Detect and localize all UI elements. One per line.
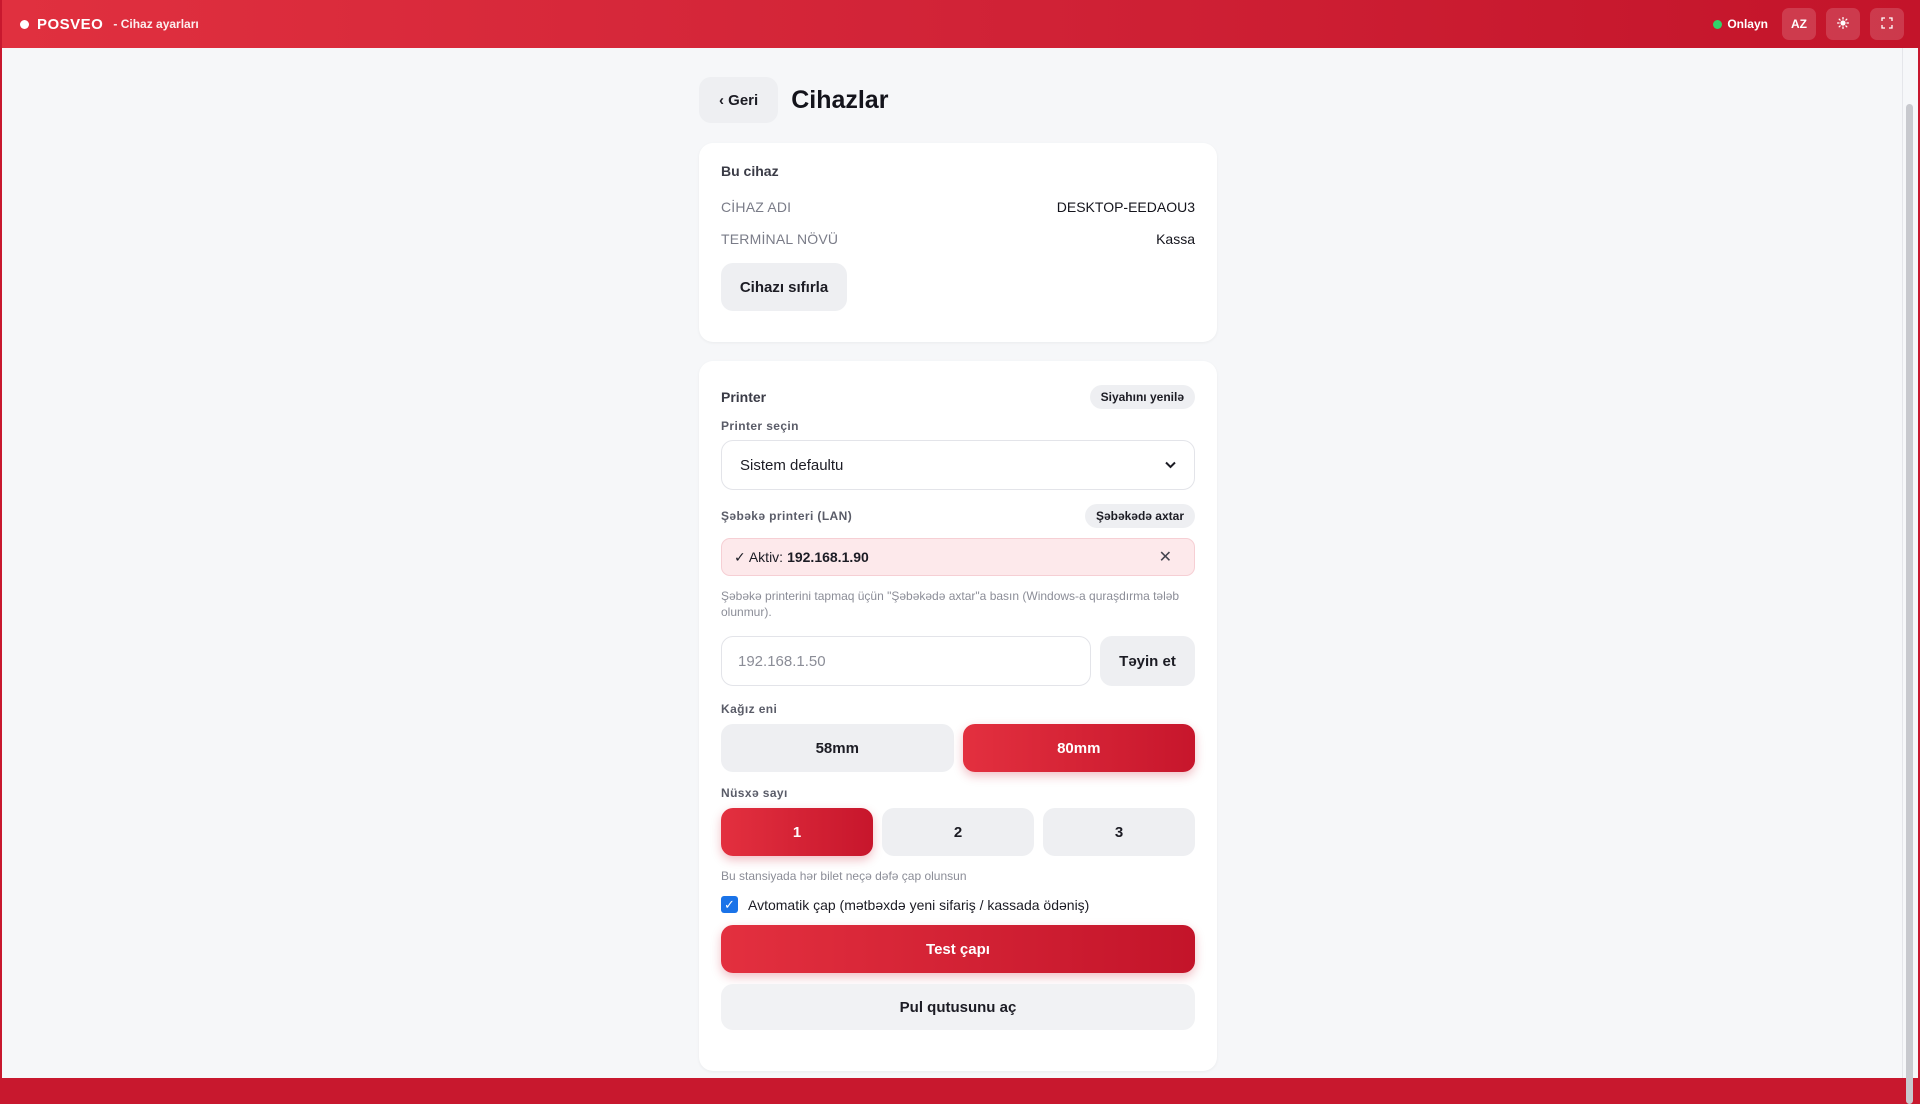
back-button[interactable]: ‹ Geri	[699, 77, 779, 123]
terminal-type-value: Kassa	[1156, 231, 1195, 247]
terminal-type-row: TERMİNAL NÖVÜ Kassa	[721, 231, 1195, 247]
printer-select-label: Printer seçin	[721, 419, 799, 433]
ip-entry-row: 192.168.1.50 Təyin et	[721, 636, 1195, 686]
online-dot-icon	[1713, 19, 1723, 29]
auto-print-checkbox[interactable]: ✓	[721, 896, 738, 913]
lan-hint-text: Şəbəkə printerini tapmaq üçün "Şəbəkədə …	[721, 589, 1180, 619]
active-printer-banner: ✓ Aktiv: 192.168.1.90 ✕	[721, 538, 1195, 576]
scrollbar-track[interactable]	[1902, 48, 1916, 1104]
scrollbar-thumb[interactable]	[1906, 104, 1913, 1104]
copies-1-button[interactable]: 1	[721, 808, 873, 856]
page-header: ‹ Geri Cihazlar	[699, 76, 1217, 124]
fullscreen-icon	[1881, 16, 1893, 32]
chevron-down-icon	[1165, 458, 1176, 472]
printer-select-value: Sistem defaultu	[740, 456, 844, 474]
close-icon[interactable]: ✕	[1159, 547, 1182, 567]
sun-icon	[1836, 16, 1850, 32]
copies-3-button[interactable]: 3	[1043, 808, 1195, 856]
printer-card-header: Printer Siyahını yenilə	[721, 385, 1195, 409]
auto-print-label: Avtomatik çap (mətbəxdə yeni sifariş / k…	[748, 896, 1090, 913]
device-card: Bu cihaz CİHAZ ADI DESKTOP-EEDAOU3 TERMİ…	[699, 143, 1217, 342]
paper-80mm-button[interactable]: 80mm	[962, 724, 1195, 772]
assign-ip-button[interactable]: Təyin et	[1100, 636, 1195, 686]
copies-selector: 1 2 3	[721, 808, 1195, 856]
copies-label: Nüsxə sayı	[721, 786, 788, 800]
lan-printer-header: Şəbəkə printeri (LAN) Şəbəkədə axtar	[721, 504, 1195, 528]
main-column: ‹ Geri Cihazlar Bu cihaz CİHAZ ADI DESKT…	[699, 76, 1217, 1071]
printer-card: Printer Siyahını yenilə Printer seçin Si…	[699, 361, 1217, 1071]
app-window: POSVEO - Cihaz ayarları Onlayn AZ ‹ Geri…	[0, 0, 1920, 1104]
paper-width-selector: 58mm 80mm	[721, 724, 1195, 772]
reset-device-button[interactable]: Cihazı sıfırla	[721, 263, 847, 311]
device-name-value: DESKTOP-EEDAOU3	[1056, 199, 1195, 215]
status-indicator: Onlayn	[1713, 17, 1768, 31]
top-bar-actions: Onlayn AZ	[1713, 8, 1904, 40]
device-card-title: Bu cihaz	[721, 163, 779, 179]
page-title: Cihazlar	[791, 85, 889, 114]
paper-width-label: Kağız eni	[721, 702, 778, 716]
status-text: Onlayn	[1727, 17, 1768, 31]
theme-toggle-button[interactable]	[1826, 8, 1860, 40]
auto-print-option[interactable]: ✓ Avtomatik çap (mətbəxdə yeni sifariş /…	[721, 896, 1195, 913]
copies-2-button[interactable]: 2	[882, 808, 1034, 856]
network-scan-button[interactable]: Şəbəkədə axtar	[1084, 504, 1195, 528]
brand-name: POSVEO	[37, 15, 104, 33]
fullscreen-button[interactable]	[1870, 8, 1904, 40]
copies-hint-text: Bu stansiyada hər bilet neçə dəfə çap ol…	[721, 869, 967, 883]
active-printer-ip: 192.168.1.90	[787, 549, 869, 565]
test-print-button[interactable]: Test çapı	[721, 925, 1195, 973]
ip-address-input[interactable]: 192.168.1.50	[721, 636, 1091, 686]
brand-dot-icon	[20, 19, 29, 29]
top-bar: POSVEO - Cihaz ayarları Onlayn AZ	[2, 0, 1920, 48]
open-cash-drawer-button[interactable]: Pul qutusunu aç	[721, 984, 1195, 1030]
terminal-type-label: TERMİNAL NÖVÜ	[721, 231, 839, 247]
page-subtitle: - Cihaz ayarları	[113, 17, 199, 31]
active-printer-prefix: ✓ Aktiv:	[734, 548, 784, 565]
lan-printer-label: Şəbəkə printeri (LAN)	[721, 509, 853, 523]
device-name-row: CİHAZ ADI DESKTOP-EEDAOU3	[721, 199, 1195, 215]
language-button[interactable]: AZ	[1782, 8, 1816, 40]
paper-58mm-button[interactable]: 58mm	[721, 724, 954, 772]
printer-select[interactable]: Sistem defaultu	[721, 440, 1195, 490]
device-name-label: CİHAZ ADI	[721, 199, 792, 215]
printer-card-title: Printer	[721, 389, 767, 405]
refresh-list-button[interactable]: Siyahını yenilə	[1089, 385, 1195, 409]
